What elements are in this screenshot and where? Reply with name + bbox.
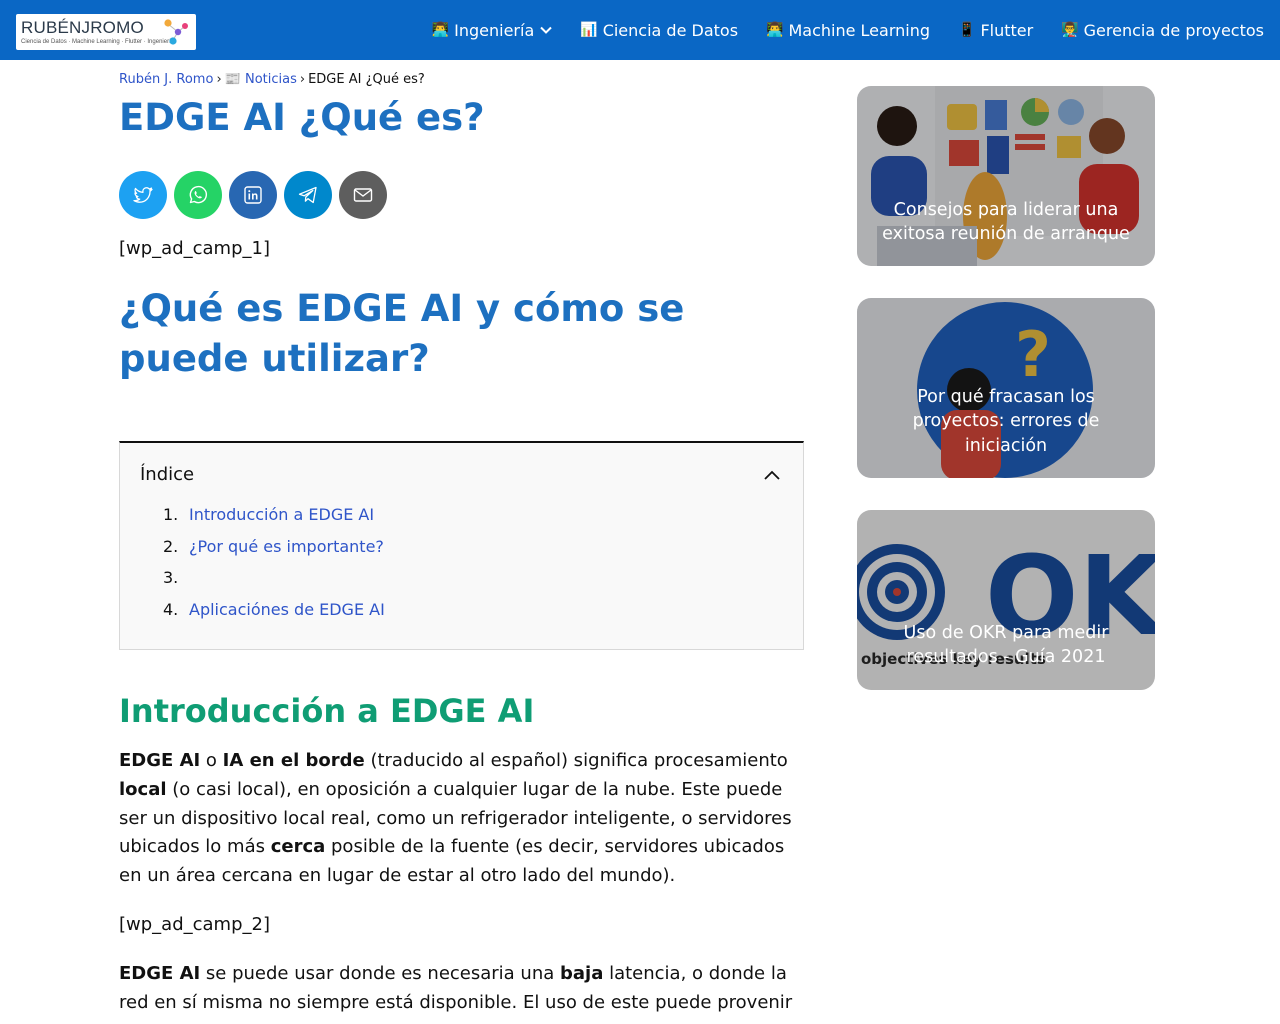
text: se puede usar donde es necesaria una: [200, 963, 560, 984]
logo-name: RUBÉNJROMO: [21, 18, 144, 37]
site-header: RUBÉNJROMO Ciencia de Datos · Machine Le…: [0, 0, 1280, 60]
bold-text: EDGE AI: [119, 963, 201, 984]
section-heading: Introducción a EDGE AI: [119, 692, 535, 730]
share-linkedin-button[interactable]: [229, 171, 277, 219]
breadcrumb-current: EDGE AI ¿Qué es?: [308, 72, 425, 87]
bold-text: EDGE AI: [119, 750, 201, 771]
toc-list: 1. Introducción a EDGE AI 2. ¿Por qué es i…: [163, 505, 385, 632]
chevron-up-icon[interactable]: [763, 469, 781, 481]
article-heading: ¿Qué es EDGE AI y cómo se puede utilizar…: [119, 287, 685, 380]
share-twitter-button[interactable]: [119, 171, 167, 219]
breadcrumb-separator: ›: [299, 72, 306, 87]
whatsapp-icon: [189, 185, 208, 204]
article-paragraph: EDGE AI se puede usar donde es necesaria…: [119, 960, 804, 1018]
toc-link[interactable]: Introducción a EDGE AI: [189, 505, 374, 537]
nav-label: Gerencia de proyectos: [1083, 20, 1264, 40]
breadcrumb: Rubén J. Romo › 📰 Noticias › EDGE AI ¿Qué es…: [119, 72, 425, 87]
molecule-icon: [164, 19, 188, 45]
table-of-contents: Índice 1. Introducción a EDGE AI 2. ¿Por q…: [119, 441, 804, 650]
card-title: Uso de OKR para medir resultados - Guía …: [903, 623, 1109, 668]
technologist-icon: 👨‍💻: [766, 22, 784, 38]
nav-item-ingenieria[interactable]: 👨‍💻 Ingeniería: [418, 21, 567, 40]
nav-item-gerencia-de-proyectos[interactable]: 👨‍🏫 Gerencia de proyectos: [1047, 21, 1264, 40]
bold-text: cerca: [270, 836, 326, 858]
nav-item-flutter[interactable]: 📱 Flutter: [944, 21, 1047, 40]
twitter-icon: [133, 187, 153, 203]
nav-label: Machine Learning: [788, 20, 930, 40]
text: (traducido al español) significa procesa…: [364, 750, 788, 771]
toc-item: 2. ¿Por qué es importante?: [163, 537, 385, 569]
related-post-card[interactable]: OKR objectives key results Uso de OKR pa…: [857, 510, 1155, 690]
nav-label: Ingeniería: [454, 20, 535, 40]
nav-item-machine-learning[interactable]: 👨‍💻 Machine Learning: [752, 21, 944, 40]
toc-item: 3.: [163, 568, 385, 600]
engineer-icon: 👨‍💻: [431, 22, 450, 38]
breadcrumb-category-link[interactable]: 📰 Noticias: [225, 72, 297, 87]
bold-text: baja: [560, 963, 604, 984]
newspaper-icon: 📰: [224, 72, 241, 87]
phone-icon: 📱: [958, 22, 976, 38]
card-title: Consejos para liderar una exitosa reunió…: [882, 200, 1130, 245]
page-title: EDGE AI ¿Qué es?: [119, 96, 485, 139]
toc-number: 3.: [163, 568, 179, 588]
main-nav: 👨‍💻 Ingeniería 📊 Ciencia de Datos 👨‍💻 Ma…: [418, 0, 1264, 60]
chart-icon: 📊: [580, 22, 598, 38]
breadcrumb-home-link[interactable]: Rubén J. Romo: [119, 72, 213, 87]
teacher-icon: 👨‍🏫: [1061, 22, 1079, 38]
ad-shortcode: [wp_ad_camp_2]: [119, 914, 270, 935]
nav-label: Ciencia de Datos: [602, 20, 739, 40]
toc-link[interactable]: Aplicaciónes de EDGE AI: [189, 600, 385, 632]
logo-tagline: Ciencia de Datos · Machine Learning · Fl…: [21, 39, 175, 45]
toc-number: 2.: [163, 536, 179, 556]
telegram-icon: [298, 186, 317, 204]
related-post-card[interactable]: Consejos para liderar una exitosa reunió…: [857, 86, 1155, 266]
toc-title: Índice: [140, 464, 195, 485]
toc-number: 4.: [163, 600, 179, 620]
toc-item: 1. Introducción a EDGE AI: [163, 505, 385, 537]
card-title: Por qué fracasan los proyectos: errores …: [912, 387, 1100, 456]
email-icon: [353, 188, 373, 202]
share-whatsapp-button[interactable]: [174, 171, 222, 219]
site-logo[interactable]: RUBÉNJROMO Ciencia de Datos · Machine Le…: [16, 14, 196, 50]
bold-text: IA en el borde: [222, 750, 365, 771]
breadcrumb-separator: ›: [216, 72, 222, 87]
linkedin-icon: [244, 186, 262, 204]
article-paragraph: EDGE AI o IA en el borde (traducido al e…: [119, 747, 804, 891]
nav-label: Flutter: [980, 20, 1034, 40]
ad-shortcode: [wp_ad_camp_1]: [119, 238, 270, 259]
related-post-card[interactable]: ? Por qué fracasan los proyectos: errore…: [857, 298, 1155, 478]
share-email-button[interactable]: [339, 171, 387, 219]
toc-item: 4. Aplicaciónes de EDGE AI: [163, 600, 385, 632]
chevron-down-icon: [540, 26, 552, 34]
toc-link[interactable]: ¿Por qué es importante?: [189, 537, 384, 569]
bold-text: local: [119, 778, 167, 800]
breadcrumb-category-label: Noticias: [244, 72, 297, 87]
toc-number: 1.: [163, 505, 179, 524]
nav-item-ciencia-de-datos[interactable]: 📊 Ciencia de Datos: [566, 21, 752, 40]
share-buttons: [119, 171, 387, 219]
share-telegram-button[interactable]: [284, 171, 332, 219]
text: o: [200, 750, 223, 771]
